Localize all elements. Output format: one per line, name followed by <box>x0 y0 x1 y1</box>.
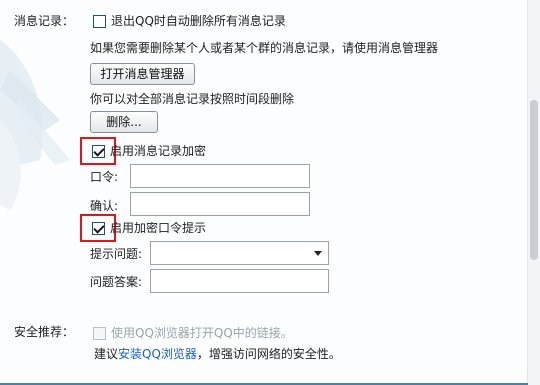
question-label: 提示问题: <box>90 247 143 261</box>
delete-hint-text: 你可以对全部消息记录按照时间段删除 <box>90 92 295 106</box>
answer-label: 问题答案: <box>90 275 143 289</box>
advice-prefix: 建议 <box>94 347 119 361</box>
auto-delete-label[interactable]: 退出QQ时自动删除所有消息记录 <box>111 13 286 29</box>
history-section-label: 消息记录： <box>14 14 75 28</box>
settings-pane: 消息记录： 退出QQ时自动删除所有消息记录 如果您需要删除某个人或者某个群的消息… <box>0 0 528 385</box>
password-hint-label[interactable]: 启用加密口令提示 <box>110 220 206 236</box>
password-input[interactable] <box>130 164 310 188</box>
vertical-scrollbar[interactable] <box>527 0 540 385</box>
scrollbar-thumb[interactable] <box>530 100 538 260</box>
auto-delete-checkbox[interactable] <box>93 15 106 28</box>
password-label: 口令: <box>90 170 119 184</box>
delete-button[interactable]: 删除... <box>90 111 158 133</box>
open-manager-button[interactable]: 打开消息管理器 <box>90 63 195 85</box>
security-advice: 建议安装QQ浏览器，增强访问网络的安全性。 <box>94 346 341 362</box>
manager-hint-text: 如果您需要删除某个人或者某个群的消息记录，请使用消息管理器 <box>90 41 439 55</box>
encrypt-label[interactable]: 启用消息记录加密 <box>110 143 206 159</box>
qq-browser-label[interactable]: 使用QQ浏览器打开QQ中的链接。 <box>111 325 293 341</box>
install-browser-link[interactable]: 安装QQ浏览器 <box>118 347 197 361</box>
question-select[interactable] <box>150 241 329 265</box>
confirm-password-input[interactable] <box>130 192 310 216</box>
chevron-down-icon <box>314 251 322 256</box>
confirm-label: 确认: <box>90 199 119 213</box>
answer-input[interactable] <box>150 269 329 293</box>
security-section-label: 安全推荐： <box>14 325 75 339</box>
advice-suffix: ，增强访问网络的安全性。 <box>196 347 341 361</box>
password-hint-checkbox[interactable] <box>92 222 105 235</box>
encrypt-checkbox[interactable] <box>92 145 105 158</box>
qq-browser-checkbox[interactable] <box>93 327 106 340</box>
